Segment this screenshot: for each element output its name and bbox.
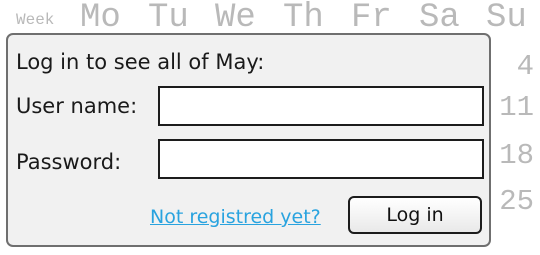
password-input[interactable] [158,139,484,179]
day-header-su: Su [486,0,527,37]
week-label: Week [16,11,55,29]
username-label: User name: [16,94,138,118]
username-input[interactable] [158,86,484,126]
login-title: Log in to see all of May: [16,50,265,74]
register-link[interactable]: Not registred yet? [150,205,321,229]
calendar-date: 11 [499,91,534,124]
calendar-date: 18 [499,139,534,172]
calendar-page: Week Mo Tu We Th Fr Sa Su 4 11 18 25 Log… [0,0,540,255]
login-button[interactable]: Log in [348,196,482,234]
calendar-date: 25 [499,185,534,218]
calendar-date: 4 [516,50,534,83]
login-dialog: Log in to see all of May: User name: Pas… [6,33,491,247]
password-label: Password: [16,150,122,174]
